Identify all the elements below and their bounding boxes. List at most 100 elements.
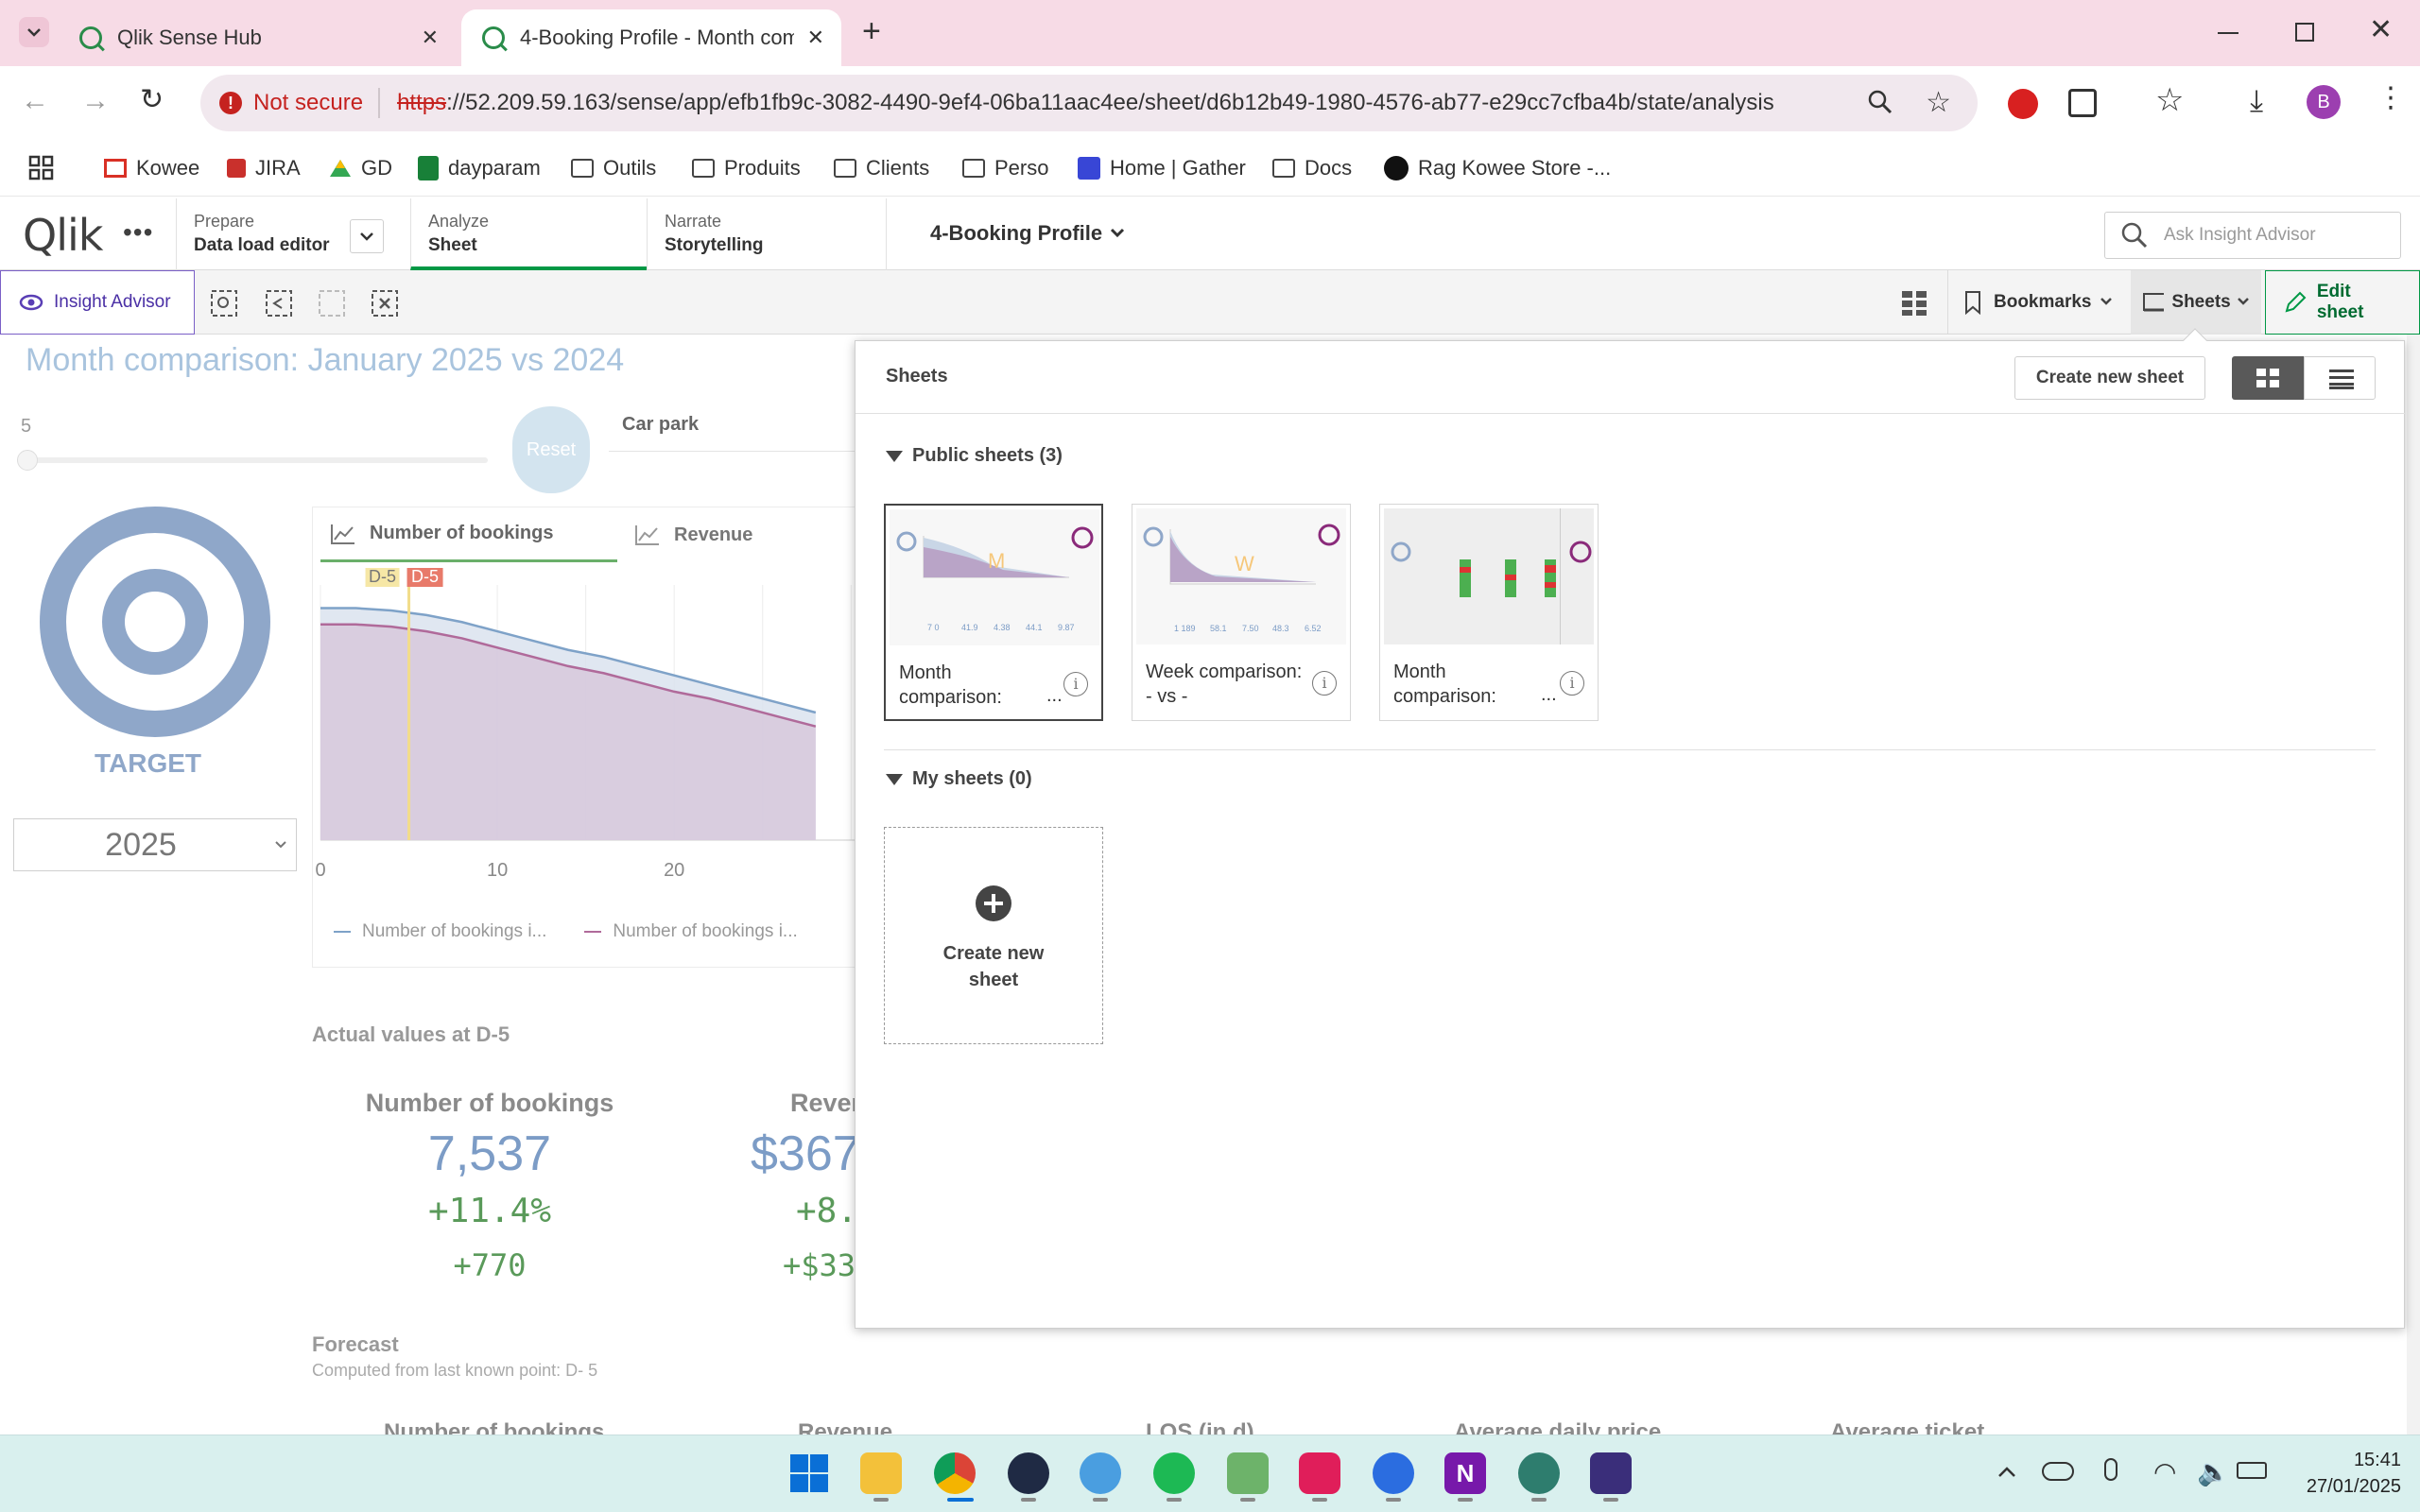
bookmark-produits[interactable]: Produits	[692, 153, 801, 183]
bookmark-rag-kowee[interactable]: Rag Kowee Store -...	[1384, 153, 1611, 183]
create-new-sheet-button[interactable]: Create new sheet	[2014, 356, 2205, 400]
tab-close-icon[interactable]: ✕	[807, 26, 824, 50]
nav-narrate[interactable]: Narrate Storytelling	[647, 198, 887, 270]
slider-handle[interactable]	[17, 450, 38, 471]
tab-booking-profile[interactable]: 4-Booking Profile - Month com ✕	[461, 9, 841, 66]
restore-icon[interactable]	[2295, 23, 2314, 42]
forecast-col: LOS (in d)	[1146, 1419, 1254, 1435]
nav-prepare-label: Prepare	[194, 212, 255, 231]
photo-app-icon[interactable]	[1227, 1452, 1269, 1494]
nav-analyze[interactable]: Analyze Sheet	[410, 198, 647, 270]
chart-tab-revenue[interactable]: Revenue	[625, 507, 814, 562]
file-explorer-icon[interactable]	[860, 1452, 902, 1494]
profile-avatar[interactable]: B	[2307, 85, 2341, 119]
apps-grid-icon[interactable]	[28, 155, 55, 187]
sheet-thumbnail[interactable]: M 7 0 41.9 4.38 44.1 9.87 Month comparison: …	[884, 504, 1103, 721]
reading-list-icon[interactable]: ☆	[2155, 81, 2184, 119]
security-label[interactable]: Not secure	[253, 90, 363, 116]
bookmark-docs[interactable]: Docs	[1272, 153, 1352, 183]
sheet-thumbnail[interactable]: W 1 189 58.1 7.50 48.3 6.52 Week comparison:…	[1132, 504, 1351, 721]
minimize-icon[interactable]	[2218, 32, 2238, 34]
reset-button[interactable]: Reset	[512, 406, 590, 493]
grid-view-icon[interactable]	[1900, 289, 1928, 322]
insight-search-input[interactable]: Ask Insight Advisor	[2104, 212, 2401, 259]
back-icon[interactable]: ←	[21, 85, 49, 117]
wifi-icon[interactable]: ◠	[2153, 1456, 2176, 1487]
extension-stop-icon[interactable]	[2008, 89, 2038, 119]
g-app-icon[interactable]	[1590, 1452, 1632, 1494]
qlik-favicon-icon	[79, 26, 102, 49]
password-manager-icon[interactable]	[1008, 1452, 1049, 1494]
sheet-scrollbar[interactable]	[2407, 335, 2420, 1435]
app-sun-icon[interactable]	[1080, 1452, 1121, 1494]
app-title-dropdown[interactable]: 4-Booking Profile	[930, 221, 1131, 246]
slack-icon[interactable]	[1299, 1452, 1340, 1494]
day-slider[interactable]	[21, 457, 488, 463]
insight-advisor-button[interactable]: Insight Advisor	[0, 270, 195, 335]
clear-selections-icon[interactable]	[371, 289, 399, 322]
car-park-filter[interactable]: Car park	[609, 401, 864, 452]
close-window-icon[interactable]: ✕	[2369, 13, 2393, 46]
sheet-thumbnail[interactable]: Month comparison: ... i	[1379, 504, 1599, 721]
bookmark-gd[interactable]: GD	[329, 153, 392, 183]
chrome-icon[interactable]	[934, 1452, 976, 1494]
prepare-dropdown[interactable]	[350, 219, 384, 253]
more-icon[interactable]: •••	[123, 217, 153, 248]
legend-item[interactable]: Number of bookings i...	[362, 921, 546, 942]
qlik-logo[interactable]: Qlik	[23, 210, 103, 261]
battery-icon[interactable]	[2237, 1462, 2267, 1479]
bookmark-kowee[interactable]: Kowee	[104, 153, 199, 183]
sheets-button[interactable]: Sheets	[2131, 270, 2261, 335]
tab-qlik-hub[interactable]: Qlik Sense Hub ✕	[59, 9, 456, 66]
year-select[interactable]: 2025	[13, 818, 297, 871]
tray-chevron-icon[interactable]	[1995, 1460, 2019, 1489]
microphone-icon[interactable]	[2104, 1458, 2118, 1481]
qlik-logo-text: Qlik	[23, 210, 103, 261]
info-icon[interactable]: i	[1063, 672, 1088, 696]
reload-icon[interactable]: ↻	[140, 83, 164, 116]
bookings-area-chart[interactable]: D-5 D-5 0 10 20	[313, 568, 880, 880]
new-tab-icon[interactable]: +	[862, 13, 881, 50]
tab-list-chevron-icon[interactable]	[19, 17, 49, 47]
onedrive-icon[interactable]	[2042, 1462, 2074, 1481]
step-back-icon[interactable]	[265, 289, 293, 322]
forward-icon[interactable]: →	[81, 85, 110, 117]
bookmark-dayparam[interactable]: dayparam	[418, 153, 541, 183]
bookmark-jira[interactable]: JIRA	[227, 153, 301, 183]
sheet-caption: Month comparison:	[1393, 662, 1496, 707]
react-app-icon[interactable]	[1373, 1452, 1414, 1494]
start-icon[interactable]	[788, 1452, 830, 1494]
info-icon[interactable]: i	[1312, 671, 1337, 696]
bookmarks-button[interactable]: Bookmarks	[1947, 270, 2134, 335]
bookmark-clients[interactable]: Clients	[834, 153, 929, 183]
bookmark-perso[interactable]: Perso	[962, 153, 1048, 183]
list-view-toggle[interactable]	[2304, 356, 2376, 400]
public-sheets-header[interactable]: Public sheets (3)	[884, 445, 1063, 467]
smart-search-icon[interactable]	[210, 289, 238, 322]
spotify-icon[interactable]	[1153, 1452, 1195, 1494]
bookmark-gather[interactable]: Home | Gather	[1078, 153, 1246, 183]
bookmark-label: dayparam	[448, 156, 541, 180]
year-value: 2025	[105, 826, 177, 863]
create-new-sheet-card[interactable]: Create new sheet	[884, 827, 1103, 1044]
my-sheets-header[interactable]: My sheets (0)	[884, 768, 1032, 790]
tab-close-icon[interactable]: ✕	[422, 26, 439, 50]
legend-item[interactable]: Number of bookings i...	[613, 921, 797, 942]
game-app-icon[interactable]	[1518, 1452, 1560, 1494]
bookmark-outils[interactable]: Outils	[571, 153, 656, 183]
volume-icon[interactable]: 🔈	[2197, 1456, 2230, 1487]
grid-view-toggle[interactable]	[2232, 356, 2304, 400]
browser-menu-icon[interactable]: ⋮	[2377, 81, 2405, 114]
clock[interactable]: 15:41 27/01/2025	[2284, 1447, 2401, 1500]
chart-tab-bookings[interactable]: Number of bookings	[320, 507, 617, 562]
edit-sheet-button[interactable]: Edit sheet	[2265, 270, 2420, 335]
address-bar[interactable]: ! Not secure https ://52.209.59.163/sens…	[200, 75, 1978, 131]
download-icon[interactable]: ⤓	[2250, 83, 2263, 119]
info-icon[interactable]: i	[1560, 671, 1584, 696]
svg-text:44.1: 44.1	[1026, 623, 1043, 632]
zoom-icon[interactable]	[1866, 88, 1894, 123]
extensions-icon[interactable]	[2068, 89, 2097, 117]
onenote-icon[interactable]: N	[1444, 1452, 1486, 1494]
insight-advisor-label: Insight Advisor	[54, 292, 171, 312]
star-icon[interactable]: ☆	[1926, 86, 1951, 119]
